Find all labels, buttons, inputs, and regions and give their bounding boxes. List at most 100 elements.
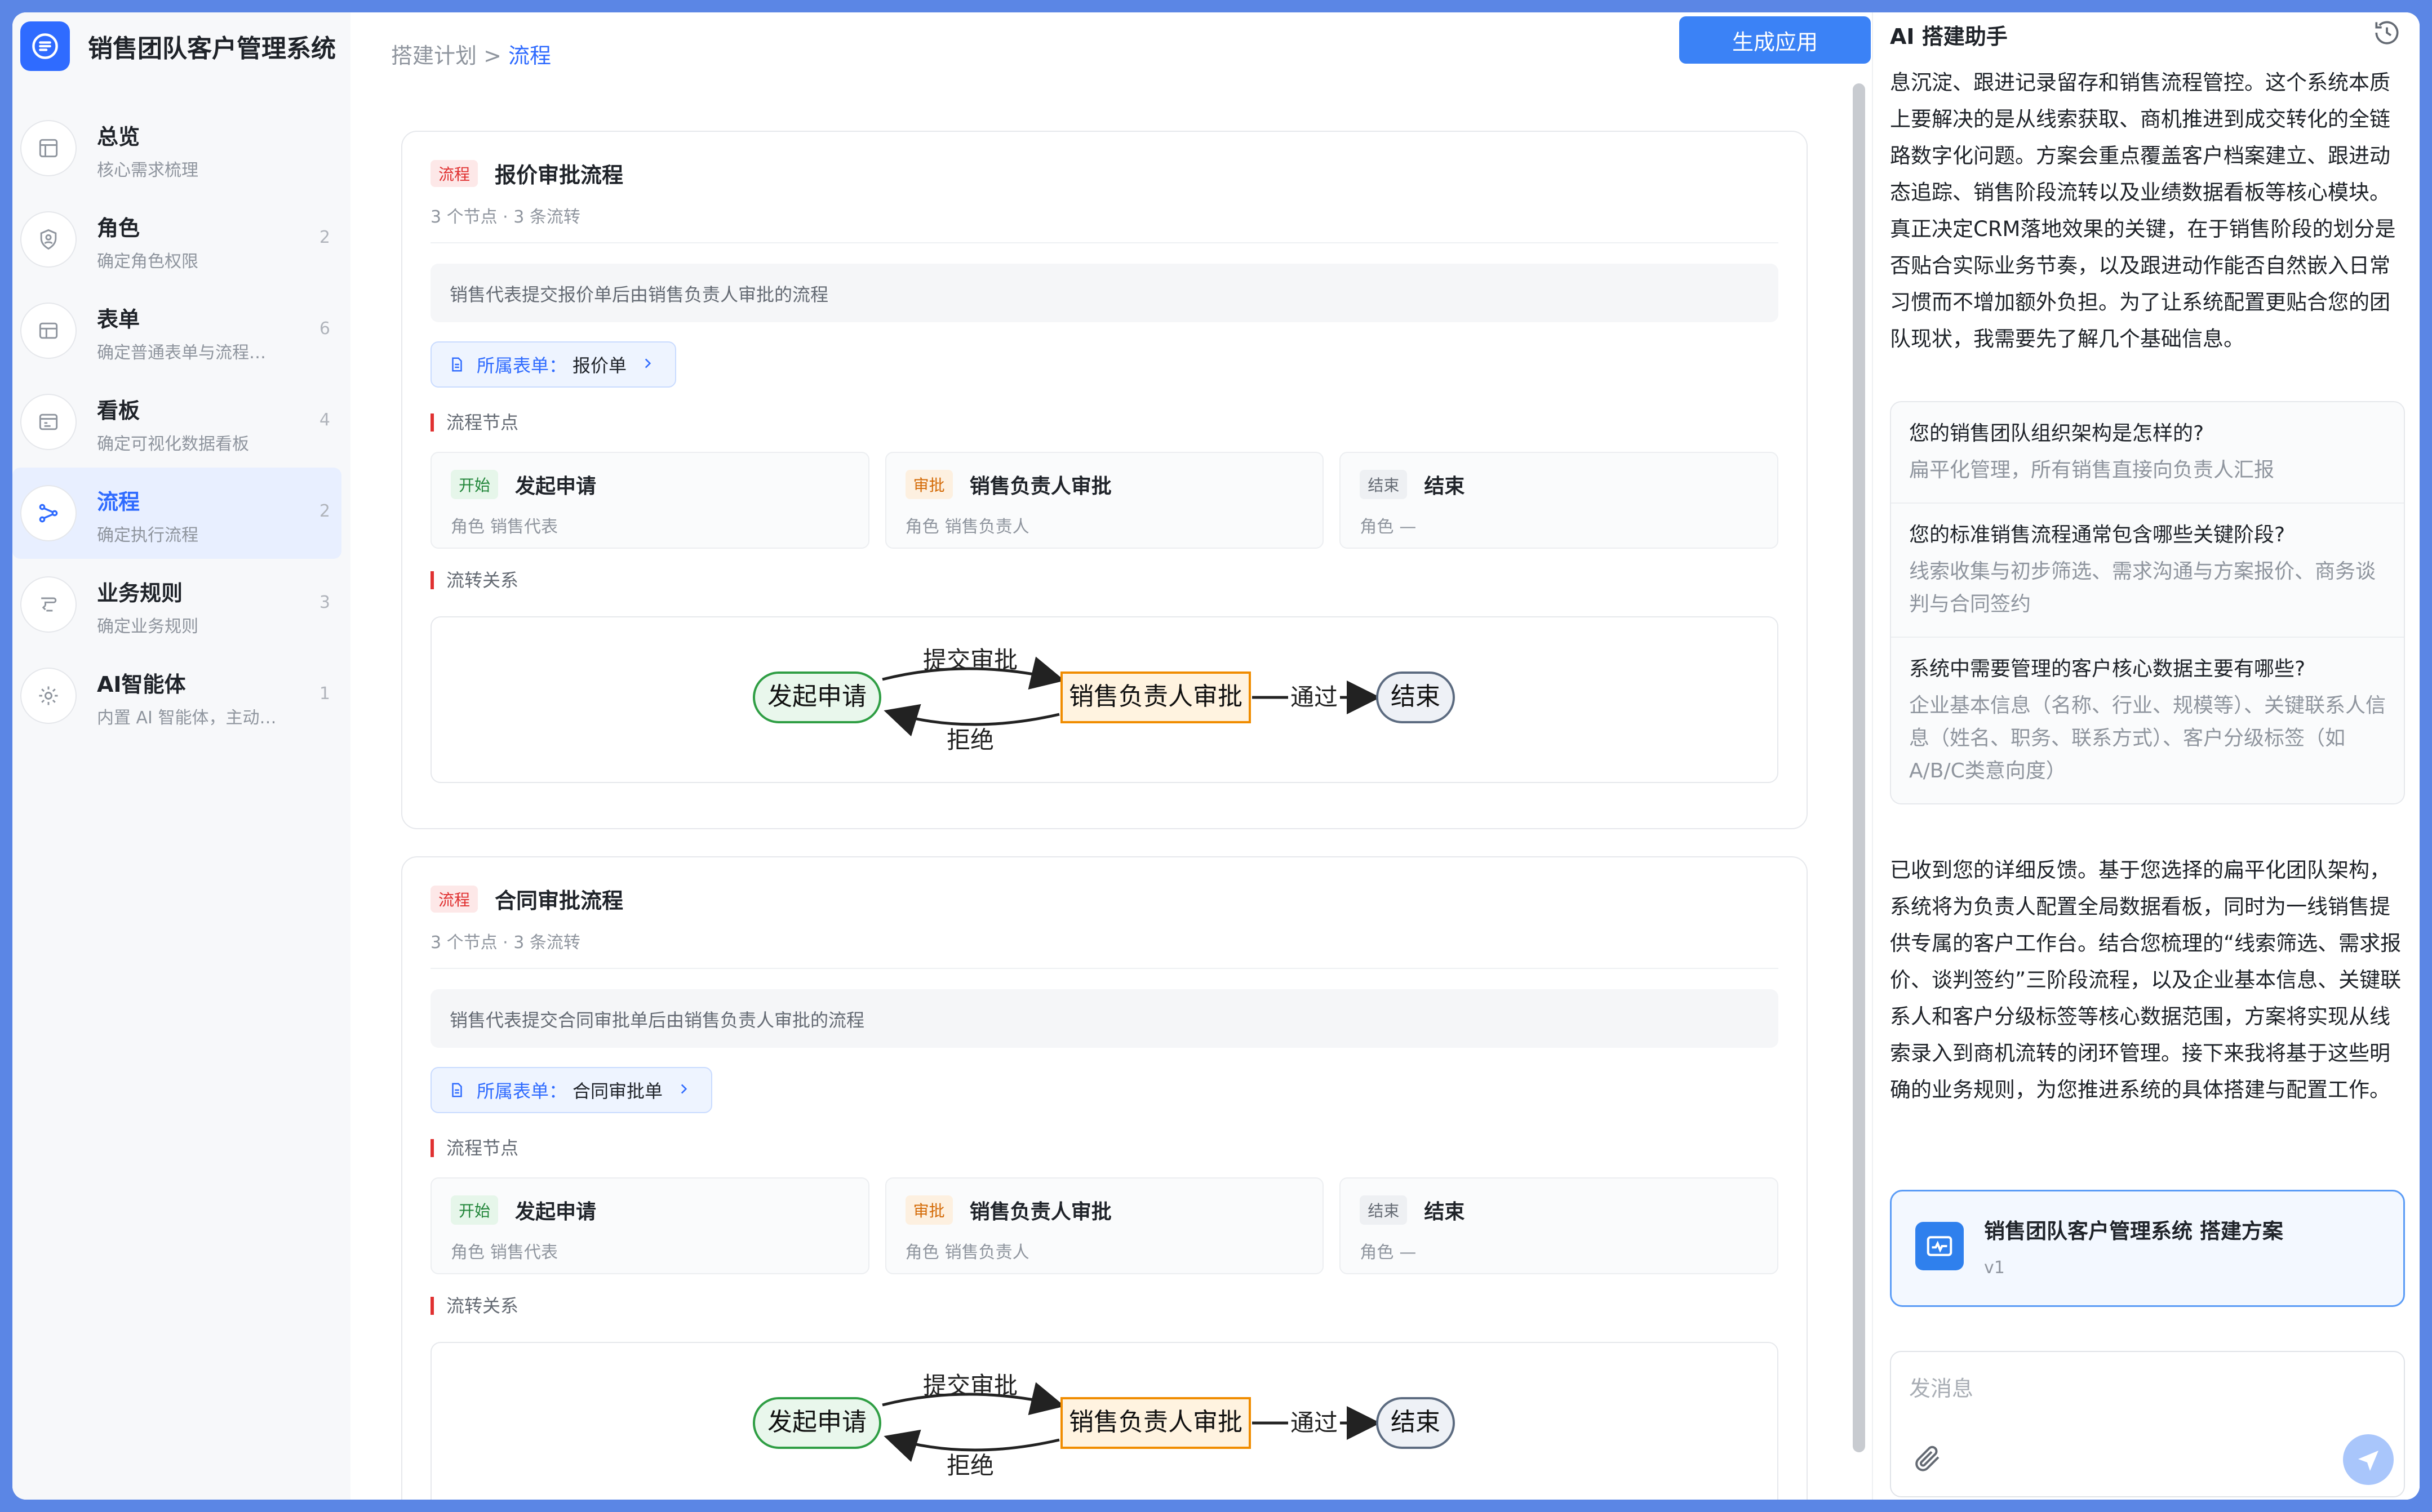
related-form-value: 合同审批单 bbox=[573, 1080, 663, 1102]
plan-title: 销售团队客户管理系统 搭建方案 bbox=[1984, 1219, 2283, 1243]
flow-card: 流程 合同审批流程 3 个节点 · 3 条流转 销售代表提交合同审批单后由销售负… bbox=[401, 856, 1808, 1500]
diagram-start-label: 发起申请 bbox=[767, 1408, 867, 1437]
flow-description: 销售代表提交报价单后由销售负责人审批的流程 bbox=[431, 264, 1778, 322]
node-role: 角色 销售代表 bbox=[451, 1238, 558, 1263]
document-icon bbox=[452, 1083, 462, 1097]
flow-node: 结束 结束 角色 — bbox=[1339, 452, 1779, 549]
sidebar-item-sub: 确定普通表单与流程… bbox=[97, 343, 266, 363]
edge-reject bbox=[884, 1429, 1060, 1462]
assistant-title: AI 搭建助手 bbox=[1890, 24, 2008, 49]
node-role-prefix: 角色 bbox=[905, 1243, 939, 1262]
table-icon bbox=[20, 303, 77, 359]
sidebar-item-label: 表单 bbox=[97, 307, 140, 332]
relations-section-label: 流转关系 bbox=[431, 571, 518, 589]
diagram-end-label: 结束 bbox=[1391, 1408, 1440, 1437]
sidebar-item-count: 2 bbox=[319, 228, 330, 247]
edge-submit-label: 提交审批 bbox=[923, 1372, 1018, 1399]
flow-description: 销售代表提交合同审批单后由销售负责人审批的流程 bbox=[431, 989, 1778, 1048]
node-tag: 审批 bbox=[905, 1195, 953, 1225]
node-tag: 结束 bbox=[1360, 470, 1408, 499]
flow-diagram: 发起申请 销售负责人审批 结束 提交审批 拒绝 通过 bbox=[431, 616, 1778, 783]
node-name: 结束 bbox=[1424, 1200, 1465, 1224]
sidebar-item-count: 4 bbox=[319, 410, 330, 430]
flow-node: 开始 发起申请 角色 销售代表 bbox=[431, 452, 869, 549]
qa-question: 系统中需要管理的客户核心数据主要有哪些? bbox=[1909, 657, 2306, 681]
history-icon[interactable] bbox=[2371, 17, 2403, 48]
sidebar-item-label: 总览 bbox=[97, 124, 140, 149]
node-role-prefix: 角色 bbox=[451, 517, 485, 537]
related-form-value: 报价单 bbox=[573, 355, 627, 376]
plan-version: v1 bbox=[1984, 1258, 2005, 1278]
plan-card[interactable]: 销售团队客户管理系统 搭建方案 v1 bbox=[1890, 1190, 2405, 1307]
shield-user-icon bbox=[20, 211, 77, 268]
flow-nodes: 开始 发起申请 角色 销售代表 审批 销售负责人审批 角色 销售负责人 结束 结束 bbox=[431, 452, 1779, 549]
paperclip-icon[interactable] bbox=[1910, 1441, 1944, 1475]
qa-item: 您的标准销售流程通常包含哪些关键阶段? 线索收集与初步筛选、需求沟通与方案报价、… bbox=[1891, 504, 2404, 638]
related-form-link[interactable]: 所属表单： 报价单 bbox=[431, 341, 677, 388]
nodes-section-label: 流程节点 bbox=[431, 413, 518, 432]
main-scrollbar[interactable] bbox=[1853, 83, 1865, 1452]
relations-section-label: 流转关系 bbox=[431, 1297, 518, 1315]
message-input[interactable]: 发消息 bbox=[1909, 1371, 1973, 1402]
sidebar-item-forms[interactable]: 表单 确定普通表单与流程… 6 bbox=[12, 285, 341, 376]
flow-list: 流程 报价审批流程 3 个节点 · 3 条流转 销售代表提交报价单后由销售负责人… bbox=[350, 74, 1858, 1500]
brand: 销售团队客户管理系统 bbox=[20, 15, 336, 77]
sidebar-item-overview[interactable]: 总览 核心需求梳理 bbox=[12, 103, 341, 194]
node-role: 角色 销售代表 bbox=[451, 513, 558, 537]
sidebar-item-label: 业务规则 bbox=[97, 581, 183, 606]
node-name: 发起申请 bbox=[515, 475, 597, 498]
edge-reject-label: 拒绝 bbox=[947, 1452, 994, 1479]
sidebar-item-label: AI智能体 bbox=[97, 672, 186, 697]
node-role-prefix: 角色 bbox=[451, 1243, 485, 1262]
node-role-prefix: 角色 bbox=[1360, 1243, 1394, 1262]
left-sidebar: 销售团队客户管理系统 总览 核心需求梳理 角色 确定角色权限 2 表单 确定普通… bbox=[12, 12, 350, 1500]
sidebar-item-sub: 确定角色权限 bbox=[97, 252, 198, 272]
qa-answer: 扁平化管理，所有销售直接向负责人汇报 bbox=[1909, 459, 2275, 482]
sidebar-item-roles[interactable]: 角色 确定角色权限 2 bbox=[12, 194, 341, 285]
flow-title: 报价审批流程 bbox=[495, 163, 624, 188]
ai-assistant-panel: AI 搭建助手 息沉淀、跟进记录留存和销售流程管控。这个系统本质上要解决的是从线… bbox=[1872, 12, 2420, 1500]
node-name: 销售负责人审批 bbox=[969, 475, 1112, 498]
qa-answer: 线索收集与初步筛选、需求沟通与方案报价、商务谈判与合同签约 bbox=[1909, 560, 2376, 616]
edge-pass-label: 通过 bbox=[1290, 683, 1338, 711]
rules-icon bbox=[20, 576, 77, 633]
related-form-label: 所属表单： bbox=[477, 355, 567, 376]
sidebar-item-count: 6 bbox=[319, 319, 330, 339]
edge-reject-label: 拒绝 bbox=[947, 726, 994, 754]
divider bbox=[431, 968, 1778, 969]
sidebar-item-label: 看板 bbox=[97, 398, 140, 423]
sidebar-item-sub: 内置 AI 智能体，主动… bbox=[97, 708, 277, 728]
breadcrumb: 搭建计划 > 流程 bbox=[391, 38, 551, 69]
diagram-start-label: 发起申请 bbox=[767, 682, 867, 711]
related-form-link[interactable]: 所属表单： 合同审批单 bbox=[431, 1067, 713, 1113]
node-role-prefix: 角色 bbox=[905, 517, 939, 537]
send-button[interactable] bbox=[2343, 1434, 2394, 1485]
breadcrumb-parent[interactable]: 搭建计划 > bbox=[391, 43, 502, 68]
sidebar-item-count: 2 bbox=[319, 501, 330, 521]
node-tag: 开始 bbox=[451, 470, 499, 499]
assistant-message: 息沉淀、跟进记录留存和销售流程管控。这个系统本质上要解决的是从线索获取、商机推进… bbox=[1890, 70, 2396, 351]
generate-app-button[interactable]: 生成应用 bbox=[1679, 16, 1871, 64]
node-name: 结束 bbox=[1424, 475, 1465, 498]
sidebar-nav: 总览 核心需求梳理 角色 确定角色权限 2 表单 确定普通表单与流程… 6 看板… bbox=[12, 103, 341, 741]
sidebar-item-sub: 确定可视化数据看板 bbox=[97, 434, 249, 454]
node-tag: 开始 bbox=[451, 1195, 499, 1225]
node-role: 角色 销售负责人 bbox=[906, 513, 1029, 537]
node-role-value: — bbox=[1399, 517, 1417, 537]
qa-question: 您的销售团队组织架构是怎样的? bbox=[1909, 422, 2204, 445]
flow-node: 开始 发起申请 角色 销售代表 bbox=[431, 1177, 869, 1274]
sidebar-item-flows[interactable]: 流程 确定执行流程 2 bbox=[12, 468, 341, 559]
send-icon bbox=[2358, 1451, 2378, 1471]
qa-question: 您的标准销售流程通常包含哪些关键阶段? bbox=[1909, 523, 2285, 546]
message-composer[interactable]: 发消息 bbox=[1890, 1351, 2405, 1497]
diagram-approve-label: 销售负责人审批 bbox=[1069, 1408, 1242, 1437]
flow-nodes: 开始 发起申请 角色 销售代表 审批 销售负责人审批 角色 销售负责人 结束 结束 bbox=[431, 1177, 1779, 1274]
diagram-end-label: 结束 bbox=[1391, 682, 1440, 711]
node-role-value: 销售负责人 bbox=[944, 1243, 1029, 1262]
flow-icon bbox=[20, 485, 77, 541]
gear-icon bbox=[20, 668, 77, 724]
sidebar-item-rules[interactable]: 业务规则 确定业务规则 3 bbox=[12, 559, 341, 650]
sidebar-item-dashboards[interactable]: 看板 确定可视化数据看板 4 bbox=[12, 376, 341, 468]
sidebar-item-ai-agent[interactable]: AI智能体 内置 AI 智能体，主动… 1 bbox=[12, 650, 341, 741]
node-role-value: 销售代表 bbox=[490, 1243, 558, 1262]
